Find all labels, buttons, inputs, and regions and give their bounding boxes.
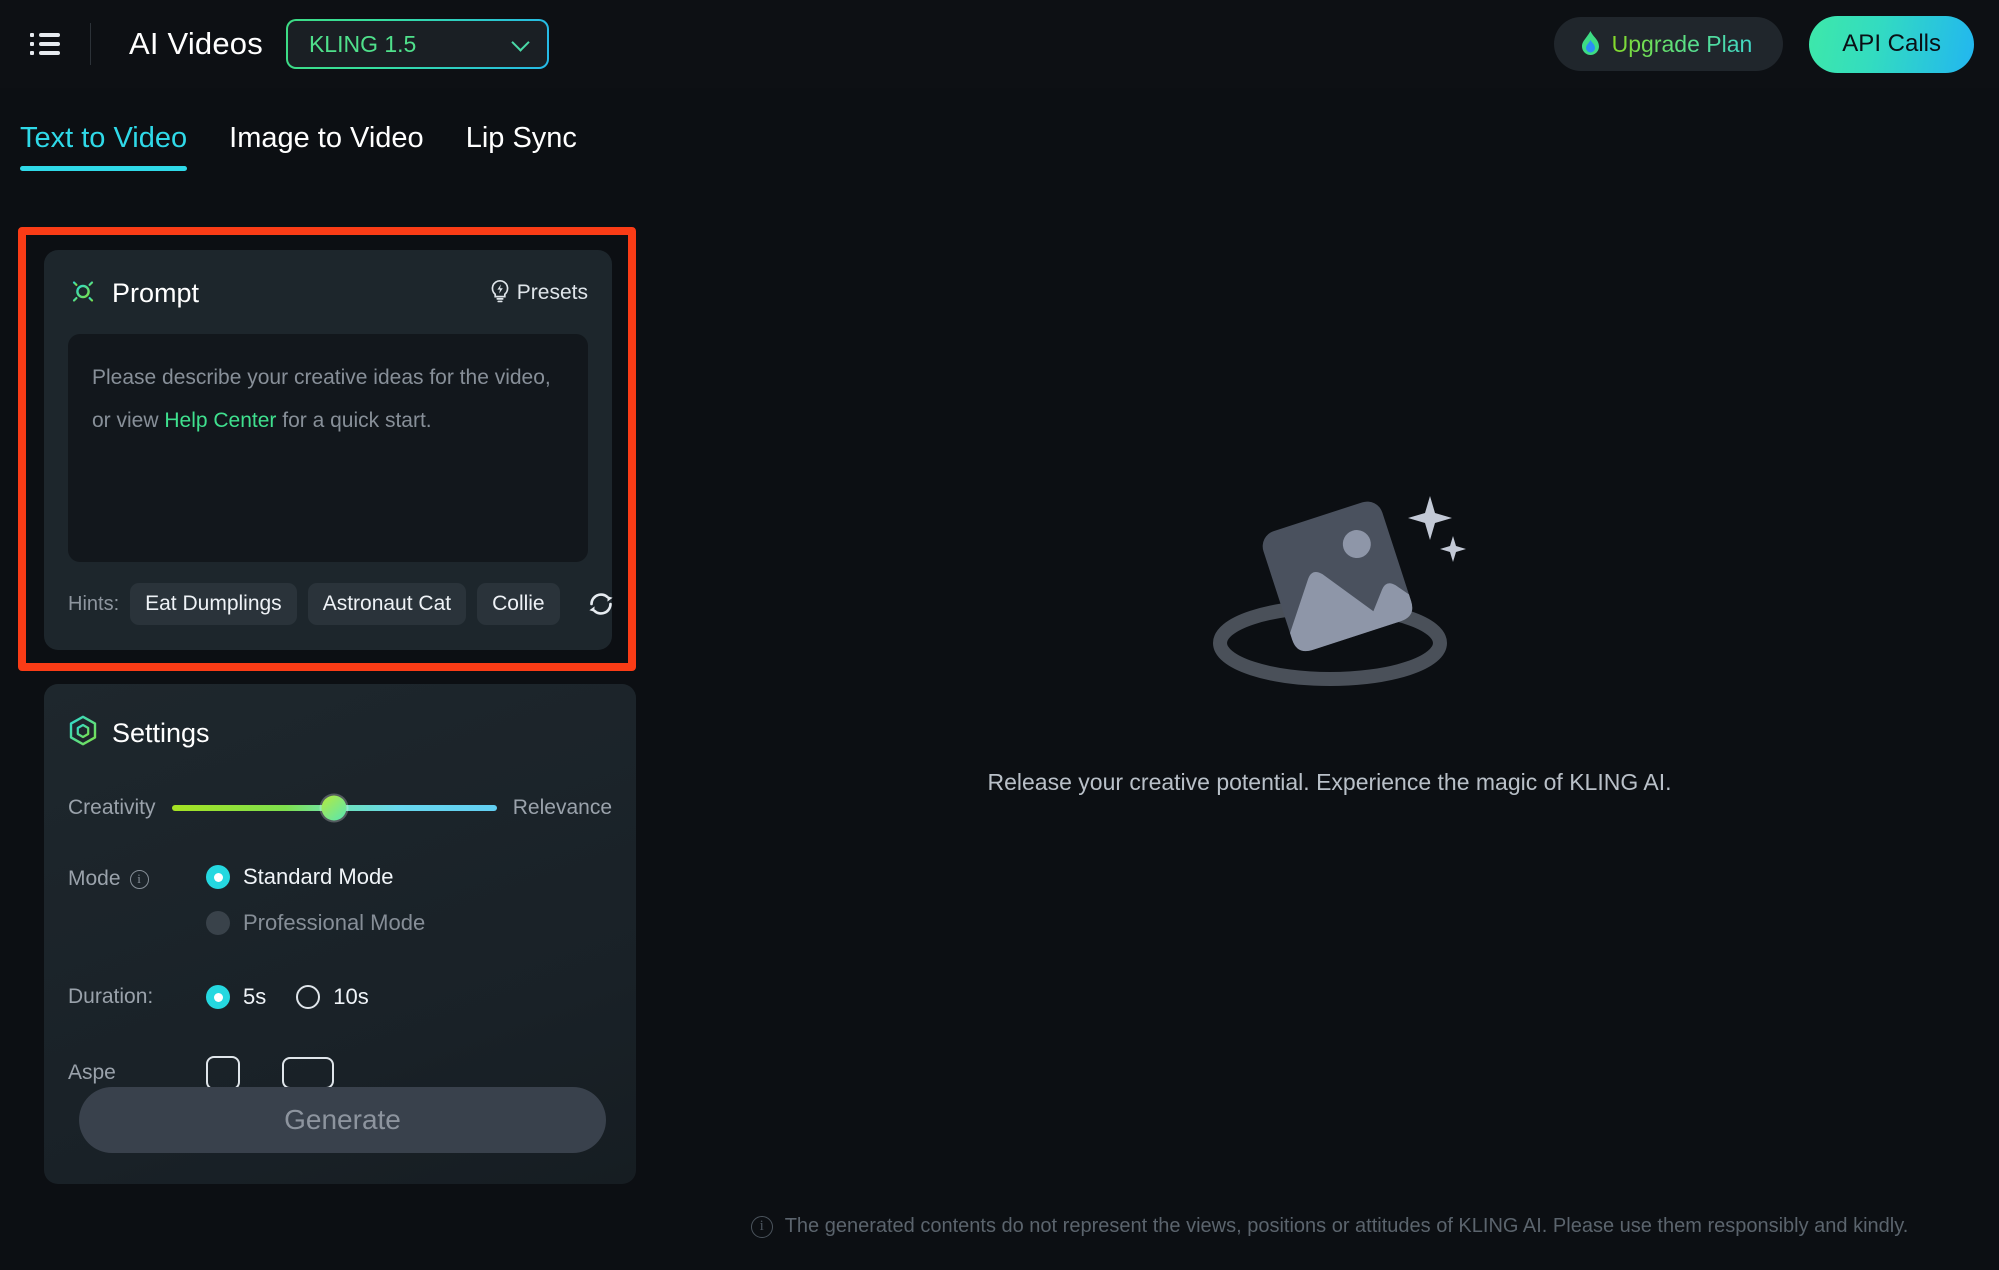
duration-row: Duration: 5s 10s — [68, 984, 612, 1010]
radio-professional-mode[interactable]: Professional Mode — [206, 910, 425, 936]
generate-button[interactable]: Generate — [79, 1087, 606, 1153]
footer-disclaimer-text: The generated contents do not represent … — [784, 1215, 1909, 1237]
hint-chip-astronaut-cat[interactable]: Astronaut Cat — [307, 583, 467, 625]
flame-icon — [1580, 31, 1601, 57]
upgrade-plan-button[interactable]: Upgrade Plan — [1553, 17, 1784, 71]
creativity-slider[interactable] — [171, 795, 497, 821]
radio-label-10s: 10s — [333, 984, 369, 1009]
prompt-placeholder-line-2: or view Help Center for a quick start. — [92, 399, 564, 442]
radio-indicator-selected — [206, 865, 230, 889]
creativity-slider-thumb[interactable] — [321, 795, 347, 821]
hints-row: Hints: Eat Dumplings Astronaut Cat Colli… — [68, 583, 613, 625]
radio-label-standard-mode: Standard Mode — [243, 864, 394, 889]
radio-standard-mode[interactable]: Standard Mode — [206, 864, 425, 890]
aspect-ratio-label: Aspe — [68, 1061, 116, 1084]
radio-label-5s: 5s — [243, 984, 267, 1009]
mode-options: Standard Mode Professional Mode — [206, 864, 425, 936]
creativity-label: Creativity — [68, 796, 156, 819]
radio-indicator-unselected — [296, 985, 321, 1009]
aspect-16-9-icon[interactable] — [282, 1057, 334, 1089]
info-icon: i — [750, 1215, 773, 1238]
radio-label-professional-mode: Professional Mode — [243, 910, 426, 935]
radio-duration-10s[interactable]: 10s — [296, 984, 369, 1010]
placeholder-text-after: for a quick start. — [276, 409, 432, 432]
api-calls-button[interactable]: API Calls — [1809, 15, 1974, 73]
help-center-link[interactable]: Help Center — [164, 409, 276, 432]
aspect-1-1-icon[interactable] — [206, 1056, 240, 1090]
hint-chip-collie[interactable]: Collie — [477, 583, 560, 625]
upgrade-plan-label: Upgrade Plan — [1611, 30, 1753, 57]
hints-label: Hints: — [68, 592, 120, 615]
hint-chip-eat-dumplings[interactable]: Eat Dumplings — [130, 583, 297, 625]
prompt-input[interactable]: Please describe your creative ideas for … — [68, 334, 588, 562]
hexagon-settings-icon — [68, 715, 98, 752]
empty-state: Release your creative potential. Experie… — [660, 468, 1999, 796]
main-canvas: Release your creative potential. Experie… — [660, 88, 1999, 1270]
presets-button[interactable]: Presets — [489, 279, 588, 308]
settings-panel-header: Settings — [68, 712, 612, 754]
api-calls-label: API Calls — [1842, 30, 1941, 57]
aspect-ratio-row: Aspe — [68, 1056, 612, 1090]
radio-duration-5s[interactable]: 5s — [206, 984, 266, 1010]
info-icon[interactable]: i — [129, 869, 149, 889]
prompt-panel-title: Prompt — [112, 277, 200, 308]
lightbulb-idea-icon — [489, 279, 511, 308]
radio-indicator-unselected — [206, 911, 230, 935]
mode-row: Mode i Standard Mode Professional Mode — [68, 864, 612, 936]
aspect-ratio-options — [206, 1056, 334, 1090]
duration-options: 5s 10s — [206, 984, 369, 1010]
relevance-label: Relevance — [512, 796, 612, 819]
presets-label: Presets — [516, 281, 588, 304]
prompt-panel-header: Prompt Presets — [68, 272, 588, 314]
mode-label: Mode — [68, 867, 121, 890]
brightness-sun-icon — [68, 276, 98, 311]
duration-label: Duration: — [68, 985, 154, 1008]
prompt-panel: Prompt Presets Please describe your crea… — [44, 250, 613, 650]
radio-indicator-selected — [206, 985, 230, 1009]
empty-state-caption: Release your creative potential. Experie… — [987, 769, 1672, 795]
placeholder-text-before: or view — [92, 409, 165, 432]
image-placeholder-illustration — [1180, 468, 1480, 703]
mode-label-wrapper: Mode i — [68, 864, 206, 891]
settings-panel-title: Settings — [112, 717, 210, 748]
left-panel: Prompt Presets Please describe your crea… — [0, 0, 660, 1270]
generate-button-label: Generate — [284, 1104, 401, 1135]
prompt-placeholder-line-1: Please describe your creative ideas for … — [92, 366, 551, 389]
creativity-relevance-slider-row: Creativity Relevance — [68, 795, 612, 821]
top-bar-actions: Upgrade Plan API Calls — [1553, 15, 1974, 73]
footer-disclaimer: i The generated contents do not represen… — [660, 1215, 1999, 1238]
refresh-icon[interactable] — [585, 588, 617, 620]
